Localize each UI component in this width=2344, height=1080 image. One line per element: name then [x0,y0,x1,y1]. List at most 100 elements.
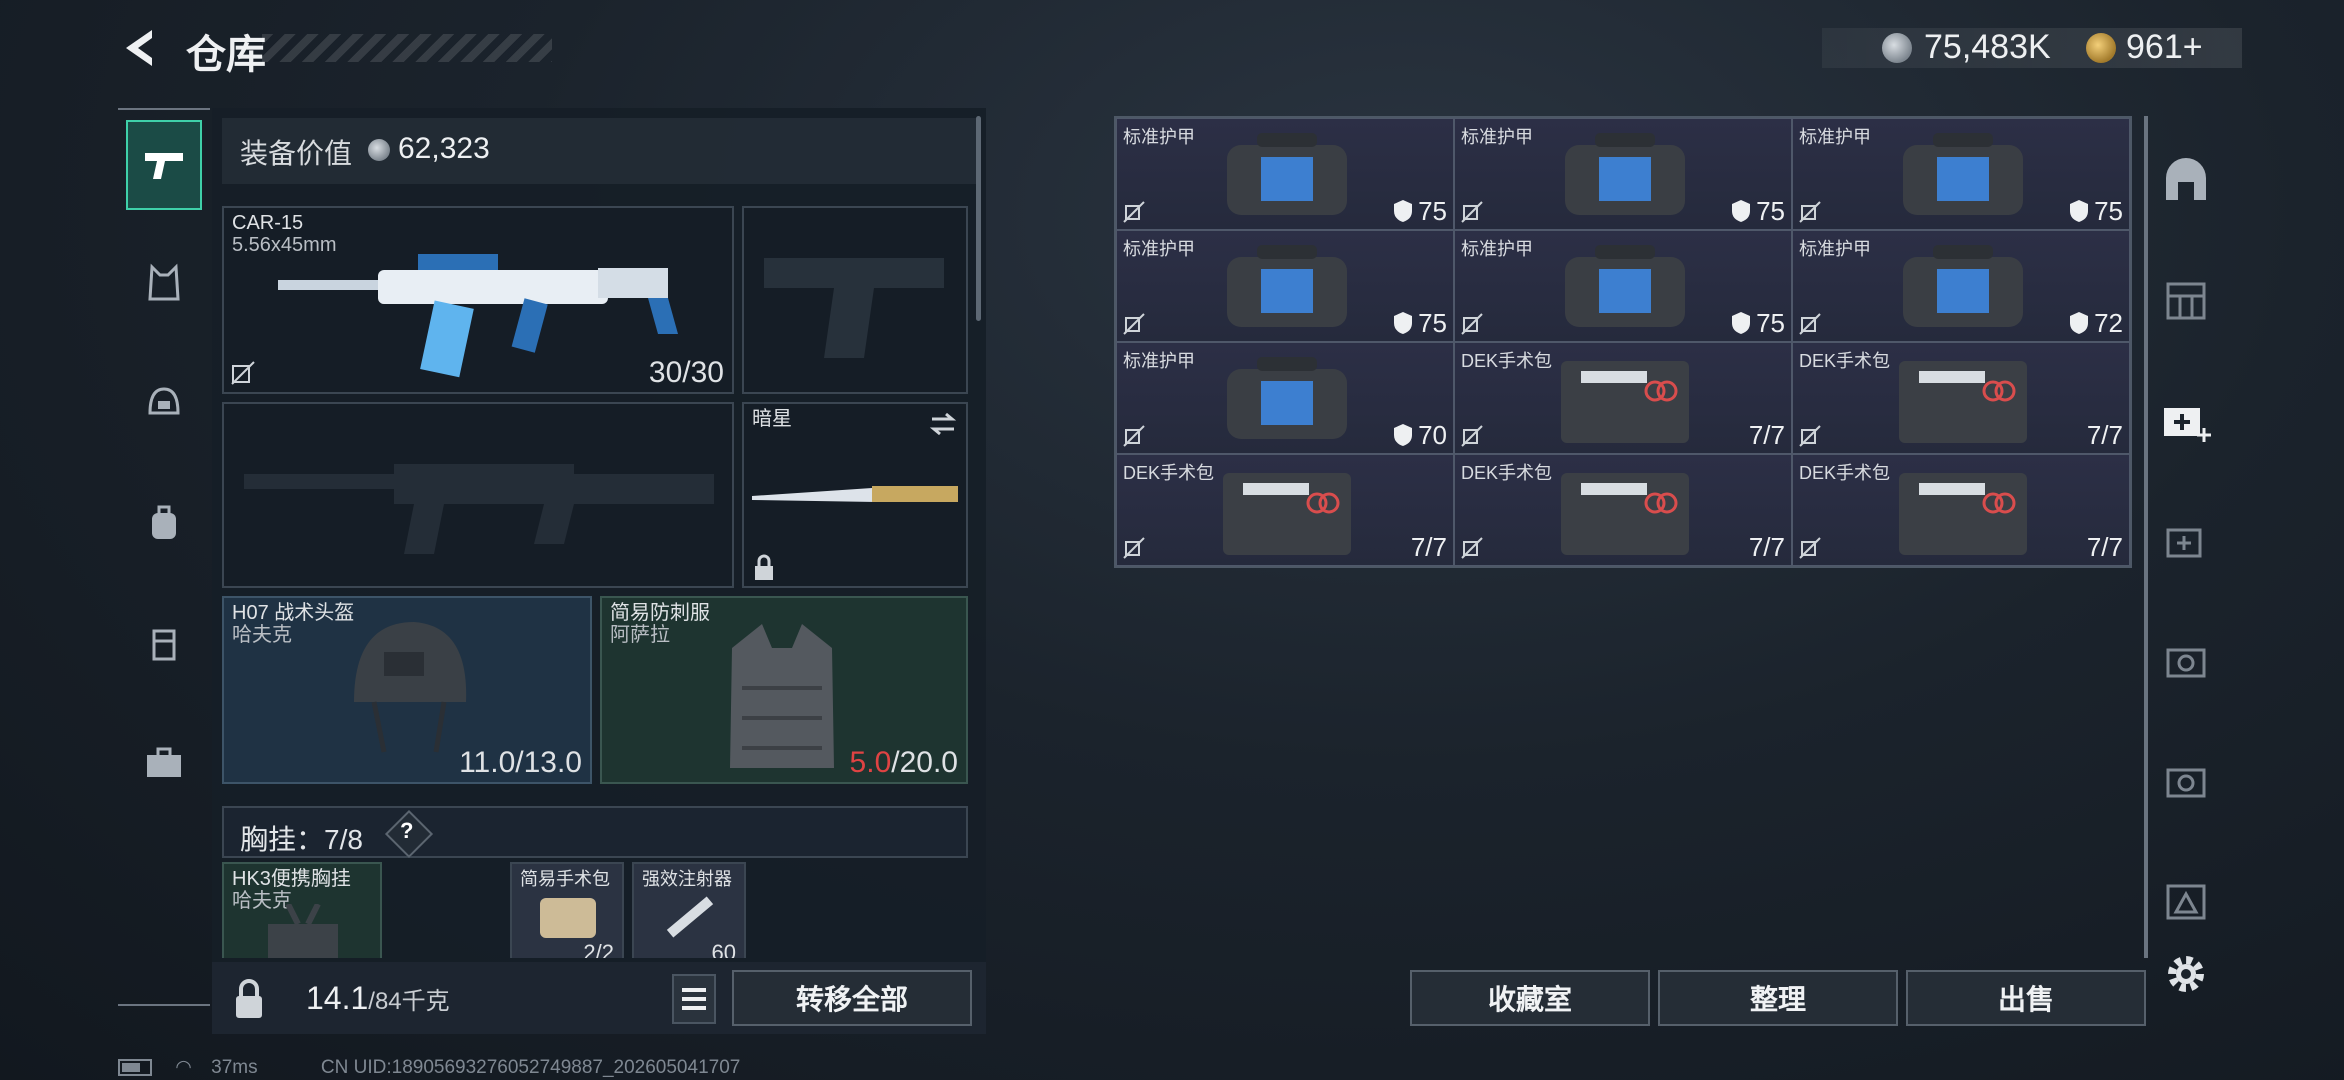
equipment-value: 62,323 [398,132,490,165]
storage-item-cell[interactable]: DEK手术包 7/7 [1116,454,1454,566]
medkit-bag-icon [1561,473,1689,555]
equipment-value-label: 装备价值 [240,138,353,169]
sell-button[interactable]: 出售 [1906,970,2146,1026]
chest-rig-count: 7/8 [324,824,363,855]
nav-special-2[interactable] [2158,752,2214,808]
item-name: 标准护甲 [1799,239,1871,259]
list-view-button[interactable] [672,974,716,1024]
storage-item-cell[interactable]: DEK手术包 7/7 [1792,454,2130,566]
case-icon [152,629,176,661]
armor-bag-icon [1227,357,1347,439]
organize-button[interactable]: 整理 [1658,970,1898,1026]
no-drop-icon [1461,201,1483,223]
no-drop-icon [1461,537,1483,559]
page-title: 仓库 [186,33,266,77]
storage-item-cell[interactable]: 标准护甲 75 [1792,118,2130,230]
nav-medical-4[interactable] [2158,512,2214,568]
item-value: 70 [1418,420,1447,450]
nav-storage-2[interactable] [2158,272,2214,328]
item-value: 75 [1418,196,1447,226]
helmet-durability-max: /13.0 [515,746,582,779]
scrollbar[interactable] [2144,116,2148,958]
armor-name: 简易防刺服 [610,602,710,624]
body-armor-slot[interactable]: 简易防刺服 阿萨拉 5.0/20.0 [600,596,968,784]
scrollbar[interactable] [976,116,981,321]
storage-item-cell[interactable]: 标准护甲 75 [1454,230,1792,342]
nav-medical[interactable] [2158,392,2214,448]
swap-icon[interactable] [928,410,958,438]
armor-bag-icon [1227,245,1347,327]
nav-special-3[interactable] [2158,872,2214,928]
chest-rig-header: 胸挂：7/8 ? [222,806,968,859]
medkit-bag-icon [1561,361,1689,443]
storage-item-cell[interactable]: 标准护甲 70 [1116,342,1454,454]
lock-toggle-icon[interactable] [220,970,278,1028]
helmet-slot[interactable]: H07 战术头盔 哈夫克 11.0/13.0 [222,596,592,784]
token-icon [2086,33,2116,63]
nav-weapons[interactable] [126,120,202,210]
rig-item-value: 60 [711,940,736,958]
rig-item-slot[interactable]: 简易手术包 2/2 [510,862,624,958]
armor-bag-icon [1903,245,2023,327]
chest-rig-icon [268,904,338,958]
primary-weapon-slot[interactable]: CAR-15 5.56x45mm 30/30 [222,206,734,394]
ammo-count: 30/30 [648,356,724,389]
item-value: 7/7 [1748,532,1785,562]
rig-name: HK3便携胸挂 [232,868,351,890]
collection-room-button[interactable]: 收藏室 [1410,970,1650,1026]
coin-icon [368,139,390,161]
settings-button[interactable] [2158,946,2214,1002]
nav-storage-home[interactable] [2158,152,2214,208]
melee-slot[interactable]: 暗星 [742,402,968,588]
item-name: 标准护甲 [1461,239,1533,259]
helmet-brand: 哈夫克 [232,624,292,646]
storage-item-cell[interactable]: DEK手术包 7/7 [1792,342,2130,454]
pistol-icon [145,153,183,179]
status-bar: ◠ 37ms CN UID:18905693276052749887_20260… [118,1056,740,1079]
nav-helmet[interactable] [126,358,202,448]
special-storage-icon [2166,768,2206,798]
token-balance[interactable]: 961+ [2126,28,2203,67]
item-value: 7/7 [1748,420,1785,450]
armor-bag-icon [1565,245,1685,327]
pistol-slot[interactable] [742,206,968,394]
title-decoration [262,34,552,62]
item-name: DEK手术包 [1799,463,1891,483]
nav-container[interactable] [126,598,202,688]
coin-icon [1882,33,1912,63]
storage-item-cell[interactable]: 标准护甲 75 [1116,230,1454,342]
item-name: 标准护甲 [1461,127,1533,147]
rig-item-value: 2/2 [583,940,614,958]
transfer-all-button[interactable]: 转移全部 [732,970,972,1026]
secondary-weapon-slot[interactable] [222,402,734,588]
shield-icon [1732,312,1751,334]
armor-bag-icon [1227,133,1347,215]
nav-armor[interactable] [126,238,202,328]
no-drop-icon [1123,313,1145,335]
rig-item-slot[interactable]: 强效注射器 60 [632,862,746,958]
nav-toolbox[interactable] [126,718,202,808]
storage-item-cell[interactable]: 标准护甲 72 [1792,230,2130,342]
item-value: 75 [1418,308,1447,338]
warning-storage-icon [2166,884,2206,920]
nav-backpack[interactable] [126,478,202,568]
no-drop-icon [1461,313,1483,335]
back-arrow-icon[interactable] [118,26,162,70]
storage-item-cell[interactable]: DEK手术包 7/7 [1454,454,1792,566]
item-name: DEK手术包 [1461,351,1553,371]
battery-icon [118,1059,152,1077]
vest-icon [730,624,834,768]
chest-rig-slot[interactable]: HK3便携胸挂 哈夫克 [222,862,382,958]
nav-special-1[interactable] [2158,632,2214,688]
item-name: 标准护甲 [1123,351,1195,371]
storage-item-cell[interactable]: 标准护甲 75 [1116,118,1454,230]
helmet-icon [354,622,467,753]
item-name: 标准护甲 [1123,127,1195,147]
storage-item-cell[interactable]: 标准护甲 75 [1454,118,1792,230]
helmet-durability: 11.0 [459,746,516,779]
rifle-icon [278,254,678,378]
item-value: 75 [1756,196,1785,226]
armor-bag-icon [1565,133,1685,215]
lock-icon [755,554,773,580]
storage-item-cell[interactable]: DEK手术包 7/7 [1454,342,1792,454]
